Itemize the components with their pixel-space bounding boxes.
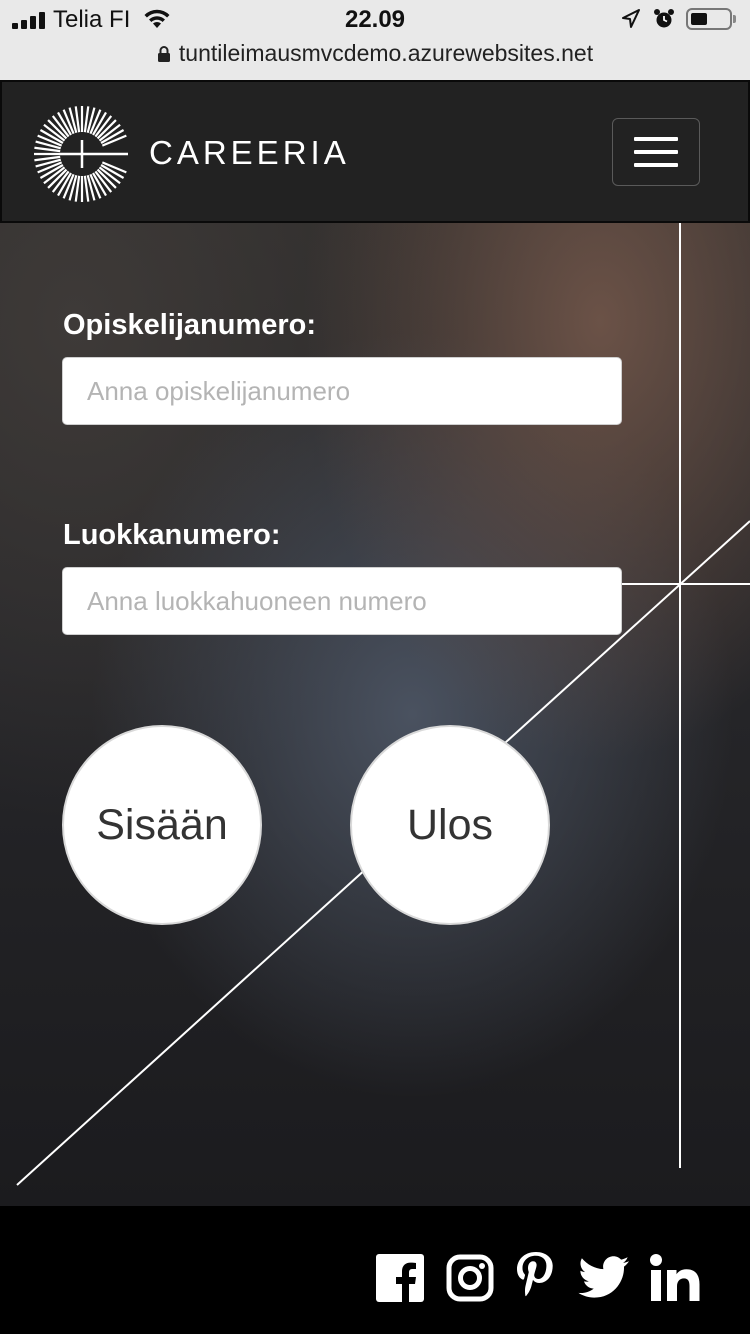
instagram-icon[interactable] [446, 1248, 494, 1308]
location-arrow-icon [622, 9, 640, 28]
address-bar[interactable]: tuntileimausmvcdemo.azurewebsites.net [0, 40, 750, 67]
careeria-logo-icon[interactable] [32, 104, 132, 204]
url-text: tuntileimausmvcdemo.azurewebsites.net [178, 40, 594, 66]
brand-name[interactable]: CAREERIA [149, 134, 350, 172]
pinterest-icon[interactable] [514, 1246, 558, 1306]
check-out-button[interactable]: Ulos [350, 725, 550, 925]
battery-icon [686, 8, 732, 30]
battery-tip [733, 15, 736, 23]
facebook-icon[interactable] [376, 1248, 424, 1308]
linkedin-icon[interactable] [650, 1248, 700, 1308]
class-number-label: Luokkanumero: [63, 519, 281, 551]
hero-section: Opiskelijanumero: Luokkanumero: Sisään U… [0, 223, 750, 1206]
menu-line-icon [634, 163, 678, 167]
footer [0, 1206, 750, 1334]
student-number-label: Opiskelijanumero: [63, 309, 317, 341]
menu-line-icon [634, 137, 678, 141]
student-number-input[interactable] [62, 357, 622, 425]
check-in-button[interactable]: Sisään [62, 725, 262, 925]
top-navbar: CAREERIA [0, 80, 750, 223]
alarm-clock-icon [654, 9, 674, 28]
battery-level [691, 13, 707, 25]
status-bar: Telia FI 22.09 tuntileimausmvcdemo.azure… [0, 0, 750, 81]
twitter-icon[interactable] [578, 1248, 630, 1308]
lock-icon [157, 46, 170, 62]
menu-line-icon [634, 150, 678, 154]
class-number-input[interactable] [62, 567, 622, 635]
hamburger-menu-button[interactable] [612, 118, 700, 186]
